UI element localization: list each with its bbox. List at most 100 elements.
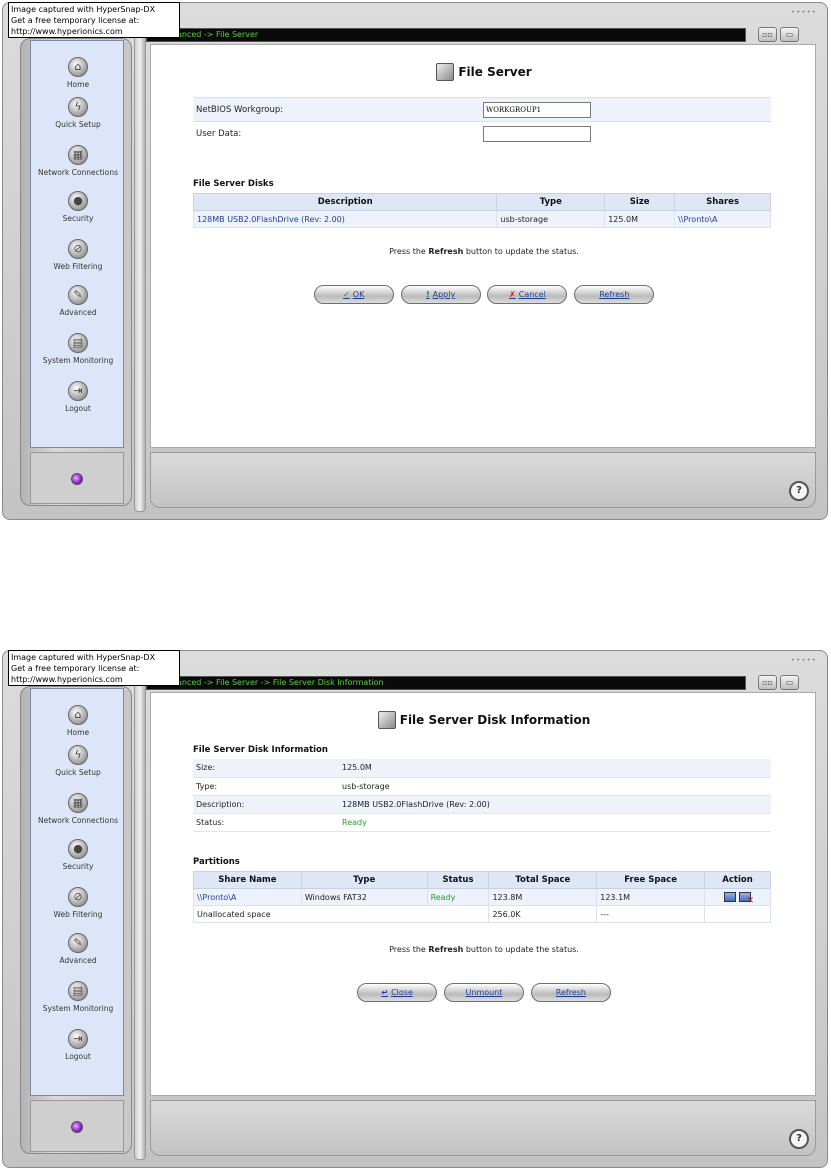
lightning-icon: ϟ <box>68 97 88 117</box>
sidebar-item-label: Advanced <box>59 308 97 317</box>
sidebar-item-home[interactable]: ⌂ Home <box>31 705 125 737</box>
info-row: Type: usb-storage <box>193 777 771 796</box>
home-icon: ⌂ <box>68 705 88 725</box>
cross-icon: ✗ <box>509 290 516 299</box>
disk-info-table: Size: 125.0M Type: usb-storage Descripti… <box>193 759 771 832</box>
power-icon[interactable] <box>71 1121 83 1133</box>
user-data-input[interactable] <box>483 125 591 142</box>
sidebar-item-logout[interactable]: ⇥ Logout <box>31 1029 125 1061</box>
info-key: Status: <box>193 813 339 832</box>
filter-icon: ⊘ <box>68 887 88 907</box>
unmount-button[interactable]: Unmount <box>444 983 524 1002</box>
settings-form: NetBIOS Workgroup: User Data: <box>193 97 771 146</box>
return-icon: ↵ <box>381 988 389 997</box>
file-server-icon <box>436 63 455 81</box>
maximize-icon[interactable]: ▭ <box>780 27 799 42</box>
sidebar-bottom-panel <box>30 1100 124 1152</box>
sidebar-item-label: Network Connections <box>37 816 119 825</box>
lock-icon: ● <box>68 191 88 211</box>
column-header: Total Space <box>488 871 598 889</box>
column-header: Type <box>496 193 606 211</box>
sidebar-item-advanced[interactable]: ✎ Advanced <box>31 285 125 317</box>
refresh-button[interactable]: Refresh <box>530 983 611 1002</box>
info-row: Status: Ready <box>193 813 771 832</box>
window-divider <box>134 668 146 1160</box>
sidebar-nav: ⌂ Home ϟ Quick Setup ▦ Network Connectio… <box>30 40 124 448</box>
table-header-row: Description Type Size Shares <box>192 193 771 211</box>
sidebar-item-label: Home <box>66 80 90 89</box>
info-value: 125.0M <box>339 759 771 778</box>
logout-icon: ⇥ <box>68 1029 88 1049</box>
refresh-label: Refresh <box>555 988 586 997</box>
partition-status: Ready <box>426 888 490 906</box>
restore-icon[interactable]: ▫▫ <box>758 27 777 42</box>
table-row: 128MB USB2.0FlashDrive (Rev: 2.00) usb-s… <box>192 210 771 228</box>
info-key: Description: <box>193 795 339 814</box>
status-value: Ready <box>339 813 771 832</box>
apply-button[interactable]: ! Apply <box>400 285 481 304</box>
help-icon[interactable]: ? <box>789 481 809 501</box>
sidebar-item-quick-setup[interactable]: ϟ Quick Setup <box>31 97 125 129</box>
sidebar-item-security[interactable]: ● Security <box>31 191 125 223</box>
share-name-link[interactable]: \\Pronto\A <box>193 888 302 906</box>
sidebar-item-network-connections[interactable]: ▦ Network Connections <box>31 793 125 825</box>
refresh-button[interactable]: Refresh <box>574 285 655 304</box>
disk-share-link[interactable]: \\Pronto\A <box>674 210 771 228</box>
user-data-label: User Data: <box>193 121 483 146</box>
sidebar-item-system-monitoring[interactable]: ▤ System Monitoring <box>31 981 125 1013</box>
sidebar-item-logout[interactable]: ⇥ Logout <box>31 381 125 413</box>
breadcrumb: anced -> File Server <box>146 28 746 42</box>
filter-icon: ⊘ <box>68 239 88 259</box>
sidebar-item-label: Web Filtering <box>53 262 103 271</box>
sidebar-item-label: System Monitoring <box>42 1004 114 1013</box>
sidebar-item-label: Web Filtering <box>53 910 103 919</box>
sidebar-item-label: Logout <box>65 1052 91 1061</box>
form-row: User Data: <box>193 121 771 146</box>
sidebar-item-web-filtering[interactable]: ⊘ Web Filtering <box>31 239 125 271</box>
netbios-workgroup-input[interactable] <box>483 101 591 118</box>
edit-share-icon[interactable] <box>724 892 737 902</box>
tools-icon: ✎ <box>68 933 88 953</box>
sidebar-nav: ⌂ Home ϟ Quick Setup ▦ Network Connectio… <box>30 688 124 1096</box>
sidebar-item-label: Network Connections <box>37 168 119 177</box>
form-row: NetBIOS Workgroup: <box>193 97 771 122</box>
sidebar-item-home[interactable]: ⌂ Home <box>31 57 125 89</box>
close-button[interactable]: ↵ Close <box>357 983 438 1002</box>
action-buttons: ✓ OK ! Apply ✗ Cancel Refresh <box>151 285 817 304</box>
partition-type: Windows FAT32 <box>300 888 428 906</box>
sidebar-item-network-connections[interactable]: ▦ Network Connections <box>31 145 125 177</box>
sidebar-item-system-monitoring[interactable]: ▤ System Monitoring <box>31 333 125 365</box>
partitions-table: Share Name Type Status Total Space Free … <box>192 871 771 923</box>
sidebar-item-web-filtering[interactable]: ⊘ Web Filtering <box>31 887 125 919</box>
help-icon[interactable]: ? <box>789 1129 809 1149</box>
ok-button[interactable]: ✓ OK <box>313 285 394 304</box>
power-icon[interactable] <box>71 473 83 485</box>
check-icon: ✓ <box>343 290 350 299</box>
table-row: Unallocated space 256.0K --- <box>192 905 771 923</box>
info-row: Size: 125.0M <box>193 759 771 778</box>
form-cell <box>483 121 771 146</box>
logout-icon: ⇥ <box>68 381 88 401</box>
page-title: File Server Disk Information <box>399 713 591 727</box>
watermark-line: http://www.hyperionics.com <box>11 675 123 684</box>
sidebar-bottom-panel <box>30 452 124 504</box>
partition-free: 123.1M <box>596 888 706 906</box>
delete-share-icon[interactable] <box>739 892 754 906</box>
note-text: Press the <box>389 945 429 954</box>
refresh-label: Refresh <box>599 290 630 299</box>
partition-total: 123.8M <box>488 888 598 906</box>
restore-icon[interactable]: ▫▫ <box>758 675 777 690</box>
maximize-icon[interactable]: ▭ <box>780 675 799 690</box>
tools-icon: ✎ <box>68 285 88 305</box>
note-text: button to update the status. <box>463 945 579 954</box>
sidebar-item-advanced[interactable]: ✎ Advanced <box>31 933 125 965</box>
sidebar-item-security[interactable]: ● Security <box>31 839 125 871</box>
breadcrumb: anced -> File Server -> File Server Disk… <box>146 676 746 690</box>
cancel-button[interactable]: ✗ Cancel <box>487 285 568 304</box>
refresh-note: Press the Refresh button to update the s… <box>151 945 817 954</box>
lock-icon: ● <box>68 839 88 859</box>
sidebar-item-quick-setup[interactable]: ϟ Quick Setup <box>31 745 125 777</box>
sidebar-item-label: Security <box>62 214 94 223</box>
sidebar-item-label: Advanced <box>59 956 97 965</box>
disk-description-link[interactable]: 128MB USB2.0FlashDrive (Rev: 2.00) <box>192 210 498 228</box>
